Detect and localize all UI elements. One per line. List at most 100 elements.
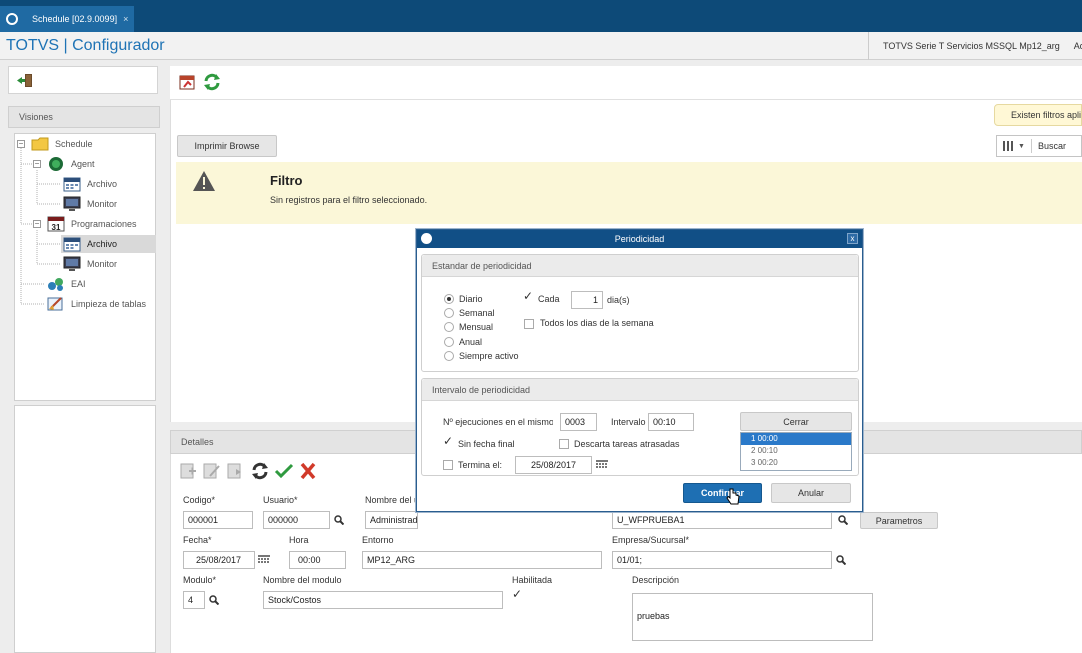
radio-diario[interactable] — [444, 294, 454, 304]
nombre-modulo-input[interactable]: Stock/Costos — [263, 591, 503, 609]
descarta-label: Descarta tareas atrasadas — [574, 439, 680, 449]
confirm-check-icon[interactable] — [274, 463, 294, 479]
codigo-input[interactable]: 000001 — [183, 511, 253, 529]
codigo-label: Codigo* — [183, 495, 216, 505]
refresh-icon[interactable] — [203, 73, 221, 91]
eai-icon — [48, 278, 63, 291]
search-icon[interactable] — [836, 555, 846, 565]
radio-siempre-activo[interactable] — [444, 351, 454, 361]
empresa-label: Empresa/Sucursal* — [612, 535, 690, 545]
empresa-input[interactable]: 01/01; — [612, 551, 832, 569]
tab-close-icon[interactable]: × — [123, 14, 128, 24]
radio-siempre-activo-label: Siempre activo — [459, 351, 519, 361]
entorno-label: Entorno — [362, 535, 394, 545]
modulo-input[interactable]: 4 — [183, 591, 205, 609]
tab-schedule[interactable]: Schedule [02.9.0099] × — [0, 6, 134, 32]
periodicidad-dialog: Periodicidad x Estandar de periodicidad … — [416, 229, 863, 512]
radio-anual[interactable] — [444, 337, 454, 347]
navigation-tree: − − − Schedule Agent Archivo Monitor 31 … — [14, 133, 156, 401]
tab-title: Schedule [02.9.0099] — [32, 14, 118, 24]
descarta-checkbox[interactable] — [559, 439, 569, 449]
tree-item-archivo[interactable]: Archivo — [63, 175, 117, 193]
hora-input[interactable]: 00:00 — [289, 551, 346, 569]
radio-semanal[interactable] — [444, 308, 454, 318]
edit-doc-icon[interactable] — [203, 463, 220, 479]
intervalo-group-title: Intervalo de periodicidad — [422, 379, 858, 401]
list-item[interactable]: 2 00:10 — [741, 445, 851, 457]
tree-item-eai[interactable]: EAI — [47, 275, 86, 293]
list-item[interactable]: 1 00:00 — [741, 433, 851, 445]
rutina-input[interactable]: U_WFPRUEBA1 — [612, 511, 832, 529]
estandar-group-title: Estandar de periodicidad — [422, 255, 858, 277]
termina-checkbox[interactable] — [443, 460, 453, 470]
tree-item-archivo-selected[interactable]: Archivo — [61, 235, 156, 253]
search-icon[interactable] — [334, 515, 344, 525]
search-icon[interactable] — [209, 595, 219, 605]
columns-icon[interactable] — [1003, 141, 1015, 151]
calendar-picker-icon[interactable] — [258, 555, 270, 565]
tree-item-agent[interactable]: Agent — [47, 155, 95, 173]
dialog-title: Periodicidad — [614, 234, 665, 244]
ejecuciones-input[interactable]: 0003 — [560, 413, 597, 431]
usuario-label: Usuario* — [263, 495, 298, 505]
filter-message: Sin registros para el filtro seleccionad… — [270, 195, 428, 205]
filters-applied-badge[interactable]: Existen filtros aplic — [994, 104, 1082, 126]
termina-input[interactable]: 25/08/2017 — [515, 456, 592, 474]
app-title: TOTVS | Configurador — [6, 37, 165, 54]
cerrar-button[interactable]: Cerrar — [740, 412, 852, 431]
cancel-x-icon[interactable] — [300, 462, 316, 480]
tree-item-limpieza[interactable]: Limpieza de tablas — [47, 295, 146, 313]
tree-collapse-toggle[interactable]: − — [33, 160, 41, 168]
view-doc-icon[interactable] — [227, 463, 241, 479]
print-browse-button[interactable]: Imprimir Browse — [177, 135, 277, 157]
descripcion-textarea[interactable]: pruebas — [632, 593, 873, 641]
tree-item-label: Programaciones — [71, 219, 137, 229]
tree-collapse-toggle[interactable]: − — [17, 140, 25, 148]
calendar-picker-icon[interactable] — [596, 460, 608, 470]
tree-item-schedule[interactable]: Schedule — [31, 135, 93, 153]
search-box[interactable]: ▼ Buscar — [996, 135, 1082, 157]
tree-item-programaciones[interactable]: 31 Programaciones — [47, 215, 137, 233]
estandar-group: Estandar de periodicidad Diario Semanal … — [421, 254, 859, 372]
hora-label: Hora — [289, 535, 309, 545]
dropdown-arrow-icon[interactable]: ▼ — [1018, 143, 1025, 150]
entorno-input[interactable]: MP12_ARG — [362, 551, 602, 569]
todos-dias-checkbox[interactable] — [524, 319, 534, 329]
tree-collapse-toggle[interactable]: − — [33, 220, 41, 228]
parametros-button[interactable]: Parametros — [860, 512, 938, 529]
visiones-header: Visiones — [8, 106, 160, 128]
tree-item-monitor[interactable]: Monitor — [63, 195, 117, 213]
intervalo-group: Intervalo de periodicidad Nº ejecuciones… — [421, 378, 859, 476]
totvs-logo-icon — [6, 13, 18, 25]
radio-mensual[interactable] — [444, 322, 454, 332]
confirmar-button[interactable]: Confirmar — [683, 483, 762, 503]
dialog-titlebar[interactable]: Periodicidad x — [417, 230, 862, 248]
app-header: TOTVS | Configurador TOTVS Serie T Servi… — [0, 32, 1082, 60]
exit-door-icon[interactable] — [17, 74, 33, 87]
user-name-truncated: Adr — [1073, 41, 1082, 51]
intervalo-input[interactable]: 00:10 — [648, 413, 694, 431]
report-icon[interactable] — [179, 73, 197, 91]
cada-input[interactable]: 1 — [571, 291, 603, 309]
tree-item-monitor[interactable]: Monitor — [63, 255, 117, 273]
details-toolbar — [180, 462, 316, 480]
list-item[interactable]: 3 00:20 — [741, 457, 851, 469]
tree-item-label: Monitor — [87, 199, 118, 209]
sin-fecha-checkbox[interactable]: ✓ — [443, 435, 453, 447]
agent-icon — [49, 157, 63, 171]
cada-checkbox[interactable]: ✓ — [523, 290, 533, 302]
nombre-usuario-input[interactable]: Administrador — [365, 511, 418, 529]
dialog-close-icon[interactable]: x — [847, 233, 858, 244]
radio-mensual-label: Mensual — [459, 322, 494, 332]
server-info: TOTVS Serie T Servicios MSSQL Mp12_arg A… — [868, 32, 1082, 60]
usuario-input[interactable]: 000000 — [263, 511, 330, 529]
cada-label: Cada — [538, 294, 560, 304]
sync-icon[interactable] — [252, 462, 268, 480]
habilitada-checkbox[interactable]: ✓ — [512, 588, 522, 600]
search-label: Buscar — [1037, 141, 1066, 151]
anular-button[interactable]: Anular — [771, 483, 851, 503]
interval-list[interactable]: 1 00:00 2 00:10 3 00:20 — [740, 432, 852, 471]
search-icon[interactable] — [838, 515, 848, 525]
add-doc-icon[interactable] — [180, 463, 196, 479]
fecha-input[interactable]: 25/08/2017 — [183, 551, 255, 569]
